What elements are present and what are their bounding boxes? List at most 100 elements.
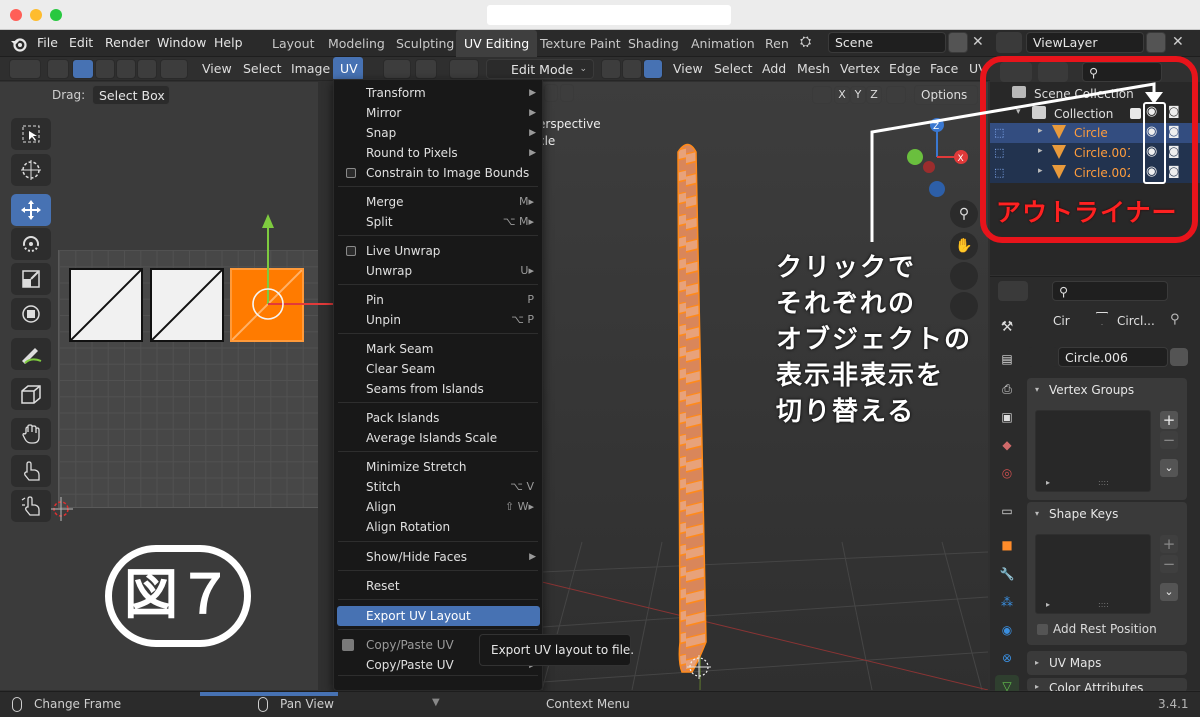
vertex-mode-icon[interactable] (601, 59, 621, 79)
tool-tab-icon[interactable]: ⚒ (995, 316, 1019, 338)
tab-uv-editing[interactable]: UV Editing (456, 30, 538, 57)
vertex-groups-header[interactable]: Vertex Groups (1049, 383, 1134, 397)
menu-item-mark-seam[interactable]: Mark Seam (334, 339, 542, 359)
tool-select-box[interactable] (11, 118, 51, 150)
pivot-point-icon[interactable] (383, 59, 411, 79)
add-vertex-group-button[interactable]: + (1159, 410, 1179, 430)
edge-mode-icon[interactable] (622, 59, 642, 79)
shape-keys-header[interactable]: Shape Keys (1049, 507, 1118, 521)
menu-item-unwrap[interactable]: Unwrap U▸ (334, 261, 542, 281)
uv-menu-view[interactable]: View (202, 61, 232, 76)
menu-scroll-down-icon[interactable]: ▼ (432, 697, 440, 708)
blender-logo-icon[interactable] (10, 36, 28, 52)
mirror-toggle-icon[interactable] (812, 86, 832, 104)
viewport-menu-mesh[interactable]: Mesh (797, 61, 830, 76)
menu-item-align[interactable]: Align ⇧ W▸ (334, 497, 542, 517)
uv-menu-image[interactable]: Image (291, 61, 330, 76)
vertex-group-specials-icon[interactable]: ⌄ (1159, 458, 1179, 478)
menu-item-align-rotation[interactable]: Align Rotation (334, 517, 542, 537)
menu-item-round-to-pixels[interactable]: Round to Pixels ▶ (334, 143, 542, 163)
tool-cursor[interactable] (11, 154, 51, 186)
menu-checkbox[interactable] (346, 168, 356, 178)
shape-keys-list[interactable]: ▸ :::: (1035, 534, 1151, 614)
add-rest-position-checkbox[interactable] (1037, 624, 1048, 635)
scene-tab-icon[interactable]: ◆ (995, 434, 1019, 456)
remove-shape-key-button[interactable]: − (1159, 554, 1179, 574)
tool-relax[interactable] (11, 455, 51, 487)
tab-rendering[interactable]: Ren (757, 30, 797, 57)
face-select-icon[interactable] (116, 59, 136, 79)
menu-render[interactable]: Render (105, 35, 150, 50)
edge-select-icon[interactable] (95, 59, 115, 79)
island-select-icon[interactable] (137, 59, 157, 79)
remove-viewlayer-icon[interactable]: ✕ (1172, 34, 1184, 50)
menu-checkbox[interactable] (346, 246, 356, 256)
zoom-window-icon[interactable] (50, 9, 62, 21)
viewport-menu-view[interactable]: View (673, 61, 703, 76)
viewlayer-field[interactable]: ViewLayer (1026, 32, 1144, 53)
tool-grab[interactable] (11, 418, 51, 450)
output-tab-icon[interactable]: ⎙ (995, 378, 1019, 400)
menu-item-average-islands-scale[interactable]: Average Islands Scale (334, 428, 542, 448)
render-tab-icon[interactable]: ▤ (995, 348, 1019, 370)
menu-item-merge[interactable]: Merge M▸ (334, 192, 542, 212)
menu-edit[interactable]: Edit (69, 35, 93, 50)
properties-editor-type-icon[interactable] (998, 281, 1028, 301)
sync-selection-icon[interactable] (47, 59, 69, 79)
viewport-menu-select[interactable]: Select (714, 61, 753, 76)
vertex-select-icon[interactable] (72, 59, 94, 79)
menu-item-seams-from-islands[interactable]: Seams from Islands (334, 379, 542, 399)
drag-select-box-dropdown[interactable]: Select Box ⌄ (92, 85, 170, 105)
menu-item-minimize-stretch[interactable]: Minimize Stretch (334, 457, 542, 477)
minimize-window-icon[interactable] (30, 9, 42, 21)
world-tab-icon[interactable]: ◎ (995, 462, 1019, 484)
modifier-tab-icon[interactable]: 🔧 (995, 563, 1019, 585)
tool-move[interactable] (11, 194, 51, 226)
tool-rip-region[interactable] (11, 378, 51, 410)
remove-scene-icon[interactable]: ✕ (972, 34, 984, 50)
fake-user-icon[interactable] (1170, 348, 1188, 366)
new-scene-icon[interactable] (948, 32, 968, 53)
physics-tab-icon[interactable]: ◉ (995, 619, 1019, 641)
tool-transform[interactable] (11, 298, 51, 330)
menu-item-live-unwrap[interactable]: Live Unwrap (334, 241, 542, 261)
scene-field[interactable]: Scene (828, 32, 946, 53)
tool-pinch[interactable] (11, 490, 51, 522)
menu-item-constrain-to-image-bounds[interactable]: Constrain to Image Bounds (334, 163, 542, 183)
menu-item-transform[interactable]: Transform ▶ (334, 83, 542, 103)
close-window-icon[interactable] (10, 9, 22, 21)
uv-sticky-select-icon[interactable] (160, 59, 188, 79)
uv-face[interactable] (150, 268, 224, 342)
shape-key-specials-icon[interactable]: ⌄ (1159, 582, 1179, 602)
uv-face[interactable] (69, 268, 143, 342)
menu-item-pack-islands[interactable]: Pack Islands (334, 408, 542, 428)
collection-tab-icon[interactable]: ▭ (995, 500, 1019, 522)
menu-item-split[interactable]: Split ⌥ M▸ (334, 212, 542, 232)
properties-search-input[interactable]: ⚲ (1052, 281, 1168, 301)
menu-item-show-hide-faces[interactable]: Show/Hide Faces ▶ (334, 547, 542, 567)
particles-tab-icon[interactable]: ⁂ (995, 591, 1019, 613)
remove-vertex-group-button[interactable]: − (1159, 430, 1179, 450)
object-interaction-icon[interactable] (449, 59, 479, 79)
tool-scale[interactable] (11, 263, 51, 295)
uv-menu-select[interactable]: Select (243, 61, 282, 76)
editor-type-icon[interactable] (9, 59, 41, 79)
menu-item-stitch[interactable]: Stitch ⌥ V (334, 477, 542, 497)
tab-shading[interactable]: Shading (620, 30, 687, 57)
new-viewlayer-icon[interactable] (1146, 32, 1166, 53)
object-tab-icon[interactable]: ■ (995, 534, 1019, 556)
view-layer-tab-icon[interactable]: ▣ (995, 406, 1019, 428)
menu-help[interactable]: Help (214, 35, 243, 50)
face-mode-icon[interactable] (643, 59, 663, 79)
menu-file[interactable]: File (37, 35, 58, 50)
uv-maps-header[interactable]: UV Maps (1049, 656, 1101, 670)
axis-x-toggle[interactable]: X (834, 86, 850, 104)
menu-item-snap[interactable]: Snap ▶ (334, 123, 542, 143)
mesh-browse-icon[interactable] (1028, 347, 1058, 367)
menu-item-unpin[interactable]: Unpin ⌥ P (334, 310, 542, 330)
tool-rotate[interactable] (11, 228, 51, 260)
viewport-menu-edge[interactable]: Edge (889, 61, 920, 76)
tab-modeling[interactable]: Modeling (320, 30, 393, 57)
menu-item-export-uv-layout[interactable]: Export UV Layout (337, 606, 540, 626)
menu-item-mirror[interactable]: Mirror ▶ (334, 103, 542, 123)
